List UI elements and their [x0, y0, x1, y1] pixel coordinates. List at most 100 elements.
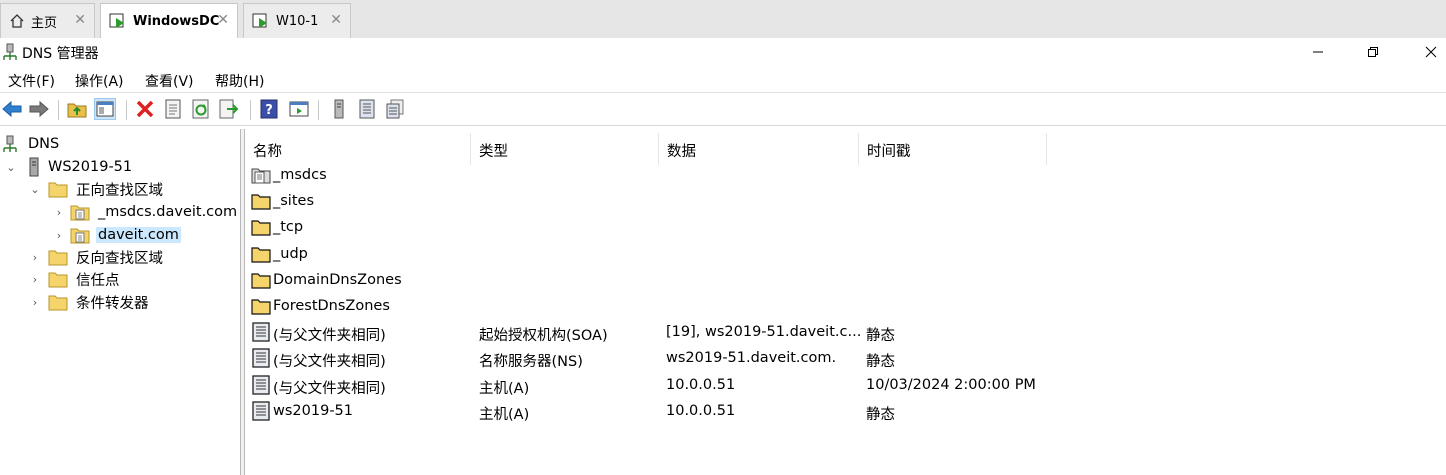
record-row[interactable]: (与父文件夹相同) 名称服务器(NS) ws2019-51.daveit.com. 静…: [245, 346, 1446, 372]
folder-icon: [48, 248, 68, 266]
record-row[interactable]: (与父文件夹相同) 起始授权机构(SOA) [19], ws2019-51.dave…: [245, 320, 1446, 346]
folder-icon: [251, 217, 271, 237]
tree-label: _msdcs.daveit.com: [98, 204, 238, 220]
record-timestamp: 静态: [866, 328, 895, 345]
folder-icon: [251, 270, 271, 290]
close-icon[interactable]: ✕: [330, 12, 342, 28]
folder-icon: [48, 180, 68, 198]
forward-arrow-icon[interactable]: [28, 98, 50, 120]
record-row[interactable]: _sites: [245, 189, 1446, 215]
column-header-name[interactable]: 名称: [245, 133, 471, 165]
show-hide-tree-icon[interactable]: [94, 98, 116, 120]
tab-label: WindowsDC: [133, 13, 220, 29]
record-row[interactable]: DomainDnsZones: [245, 268, 1446, 294]
tree-label: WS2019-51: [48, 159, 133, 175]
record-row[interactable]: _tcp: [245, 215, 1446, 241]
svg-text:?: ?: [265, 103, 273, 118]
record-name: (与父文件夹相同): [273, 328, 386, 345]
collapse-icon[interactable]: ⌄: [28, 183, 42, 196]
record-name: ForestDnsZones: [273, 298, 390, 314]
vm-tab-strip: 主页 ✕ WindowsDC ✕ W10-1 ✕: [0, 0, 1446, 38]
properties-icon[interactable]: [162, 98, 184, 120]
menu-file[interactable]: 文件(F): [8, 71, 55, 91]
record-name: _msdcs: [273, 167, 327, 183]
record-row[interactable]: _udp: [245, 242, 1446, 268]
home-icon: [9, 13, 25, 29]
maximize-button[interactable]: [1363, 42, 1383, 62]
minimize-button[interactable]: [1308, 42, 1328, 62]
back-arrow-icon[interactable]: [1, 98, 23, 120]
tree-node-dns[interactable]: DNS: [2, 133, 61, 155]
dns-icon: [2, 135, 18, 153]
window-title-bar: DNS 管理器: [0, 38, 1446, 66]
toolbar-separator: [318, 100, 319, 120]
column-header-timestamp[interactable]: 时间戳: [859, 133, 1047, 165]
expand-icon[interactable]: ›: [28, 273, 42, 286]
server-icon[interactable]: [328, 98, 350, 120]
record-row[interactable]: _msdcs: [245, 163, 1446, 189]
record-data: 10.0.0.51: [666, 376, 736, 393]
expand-icon[interactable]: ›: [52, 229, 66, 242]
collapse-icon[interactable]: ⌄: [4, 161, 18, 174]
dns-app-icon: [2, 43, 18, 61]
record-list: 名称 类型 数据 时间戳 _msdcs _sites _tcp _udp DomainD…: [245, 129, 1446, 475]
record-name: _sites: [273, 193, 314, 210]
zone-icon: [70, 226, 90, 244]
close-window-button[interactable]: [1421, 42, 1441, 62]
show-pane-icon[interactable]: [288, 98, 310, 120]
tree-node-conditional-forwarders[interactable]: › 条件转发器: [28, 291, 151, 313]
tree-node-reverse-zones[interactable]: › 反向查找区域: [28, 246, 165, 268]
tree-label: 正向查找区域: [76, 182, 163, 199]
record-timestamp: 静态: [866, 406, 895, 423]
tree-node-forward-zones[interactable]: ⌄ 正向查找区域: [28, 178, 165, 200]
expand-icon[interactable]: ›: [28, 251, 42, 264]
record-row[interactable]: ForestDnsZones: [245, 294, 1446, 320]
column-header-type[interactable]: 类型: [471, 133, 659, 165]
toolbar-separator: [58, 100, 59, 120]
tab-label: W10-1: [276, 13, 319, 29]
record-type: 名称服务器(NS): [479, 354, 583, 371]
record-name: ws2019-51: [273, 402, 353, 419]
help-icon[interactable]: ?: [258, 98, 280, 120]
column-header-data[interactable]: 数据: [659, 133, 859, 165]
menu-help[interactable]: 帮助(H): [215, 71, 264, 91]
folder-icon: [48, 293, 68, 311]
export-list-icon[interactable]: [218, 98, 240, 120]
toolbar-separator: [126, 100, 127, 120]
record-row[interactable]: (与父文件夹相同) 主机(A) 10.0.0.51 10/03/2024 2:00:0…: [245, 373, 1446, 399]
record-row[interactable]: ws2019-51 主机(A) 10.0.0.51 静态: [245, 399, 1446, 425]
record-data: [19], ws2019-51.daveit.c...: [666, 324, 862, 341]
tree-node-server[interactable]: ⌄ WS2019-51: [4, 156, 134, 178]
tree-label: 反向查找区域: [76, 250, 163, 267]
menu-action[interactable]: 操作(A): [75, 71, 124, 91]
record-name: _udp: [273, 245, 308, 262]
delete-icon[interactable]: [134, 98, 156, 120]
tab-home[interactable]: 主页 ✕: [0, 3, 95, 38]
zone-icon: [70, 203, 90, 221]
record-icon: [251, 401, 271, 421]
up-folder-icon[interactable]: [66, 98, 88, 120]
expand-icon[interactable]: ›: [52, 206, 66, 219]
tree-node-trust-points[interactable]: › 信任点: [28, 268, 122, 290]
menu-bar: 文件(F) 操作(A) 查看(V) 帮助(H): [0, 66, 1446, 93]
record-list-icon[interactable]: [356, 98, 378, 120]
menu-view[interactable]: 查看(V): [145, 71, 194, 91]
tree-node-zone-daveit[interactable]: › daveit.com: [52, 224, 181, 246]
tree-label: 条件转发器: [76, 295, 149, 312]
folder-icon: [251, 244, 271, 264]
close-icon[interactable]: ✕: [217, 12, 229, 28]
record-copy-icon[interactable]: [384, 98, 406, 120]
record-icon: [251, 348, 271, 369]
tree-node-zone-msdcs[interactable]: › _msdcs.daveit.com: [52, 201, 239, 223]
vm-icon: [252, 12, 270, 30]
record-icon: [251, 322, 271, 342]
folder-icon: [251, 296, 271, 316]
toolbar-separator: [250, 100, 251, 120]
tree-label: daveit.com: [96, 227, 181, 243]
refresh-icon[interactable]: [190, 98, 212, 120]
tab-w10-1[interactable]: W10-1 ✕: [243, 3, 351, 38]
tab-windowsdc[interactable]: WindowsDC ✕: [100, 3, 238, 38]
record-data: 10.0.0.51: [666, 402, 736, 419]
close-icon[interactable]: ✕: [74, 12, 86, 28]
expand-icon[interactable]: ›: [28, 296, 42, 309]
